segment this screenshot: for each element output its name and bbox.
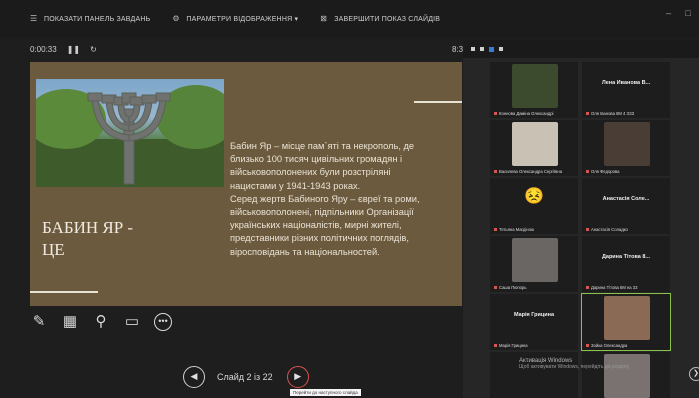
participant-display-name: Дарина Тітова 8... [601,254,651,260]
slideshow-presenter-window: ☰ ПОКАЗАТИ ПАНЕЛЬ ЗАВДАНЬ ⚙ ПАРАМЕТРИ ВІ… [0,0,699,398]
menorah-icon [36,85,224,187]
participant-tile[interactable]: Анастасія Соле... Анастасія Соладко [582,178,670,234]
next-slide-tooltip: Перейти до наступного слайда [290,389,361,396]
participant-tile[interactable]: Дарина Тітова 8... Дарина Тітова 8М на 33 [582,236,670,292]
participant-tile[interactable]: Зойка Олександра [581,293,671,351]
participant-name: Тетьяна Магдіною [494,227,534,232]
taskbar-icon: ☰ [30,14,38,23]
end-slideshow-label: ЗАВЕРШИТИ ПОКАЗ СЛАЙДІВ [334,15,441,23]
presenter-toolbar: ☰ ПОКАЗАТИ ПАНЕЛЬ ЗАВДАНЬ ⚙ ПАРАМЕТРИ ВІ… [0,0,699,38]
show-taskbar-button[interactable]: ☰ ПОКАЗАТИ ПАНЕЛЬ ЗАВДАНЬ [30,15,150,23]
end-slideshow-button[interactable]: ⊠ ЗАВЕРШИТИ ПОКАЗ СЛАЙДІВ [320,15,440,23]
screen-options-icon[interactable]: ▭ [123,313,141,331]
display-settings-icon: ⚙ [172,14,180,23]
panel-view-controls [463,40,699,58]
participant-tile[interactable]: 😣 Тетьяна Магдіною [490,178,578,234]
participant-video [604,296,650,340]
decorative-line-top [414,101,462,103]
participant-name: Василева Олександра Сергіївна [494,169,562,174]
zoom-icon[interactable]: ⚲ [92,313,110,331]
see-all-slides-icon[interactable]: ▦ [61,313,79,331]
end-slideshow-icon: ⊠ [320,14,328,23]
display-settings-label: ПАРАМЕТРИ ВІДОБРАЖЕННЯ ▾ [186,16,299,23]
windows-activation-watermark: Активація Windows Щоб активувати Windows… [519,358,629,370]
display-settings-button[interactable]: ⚙ ПАРАМЕТРИ ВІДОБРАЖЕННЯ ▾ [172,14,299,24]
decorative-line-bottom [30,291,98,293]
participant-name: Зойка Олександра [586,343,627,348]
watermark-subtitle: Щоб активувати Windows, перейдіть до роз… [519,364,630,370]
current-slide: БАБИН ЯР - ЦЕ Бабин Яр – місце пам`яті т… [30,62,462,306]
elapsed-time: 0:00:33 [30,45,57,54]
participant-name: Оля Іванова 8М 4 ЗЗЗ [586,111,634,116]
pause-timer-icon[interactable]: ❚❚ [67,45,80,54]
slideshow-timer: 0:00:33 ❚❚ ↻ [30,45,107,54]
menorah-monument-photo [36,79,224,187]
participant-tile[interactable]: Оля Федорова [582,120,670,176]
window-controls: – □ [652,8,691,18]
participant-video [512,64,558,108]
participants-panel: Коннова Даміна Олександрі Лена Иванова В.… [463,40,699,398]
participant-video [604,122,650,166]
participant-tile[interactable]: Саша Пюпорь [490,236,578,292]
panel-next-page-button[interactable]: ❯ [689,367,699,381]
participant-display-name: Марія Грицина [513,312,555,318]
participant-name: Оля Федорова [586,169,619,174]
next-slide-button[interactable]: ▶ [286,366,309,388]
slide-navigation: ◀ Слайд 2 із 22 ▶ [183,366,309,388]
participant-name: Коннова Даміна Олександрі [494,111,553,116]
view-dot-icon[interactable] [499,47,503,51]
participant-tile[interactable]: Василева Олександра Сергіївна [490,120,578,176]
participant-emoji: 😣 [524,188,544,205]
participant-display-name: Лена Иванова В... [601,80,651,86]
slide-counter: Слайд 2 із 22 [217,372,273,382]
participant-grid: Коннова Даміна Олександрі Лена Иванова В.… [490,62,671,398]
current-time: 8:3 [452,45,464,54]
participant-video [512,238,558,282]
presenter-tools: ✎ ▦ ⚲ ▭ ••• [30,313,185,331]
minimize-button[interactable]: – [666,8,671,18]
participant-name: Саша Пюпорь [494,285,527,290]
more-options-icon[interactable]: ••• [154,313,172,331]
view-dot-icon[interactable] [480,47,484,51]
pen-icon[interactable]: ✎ [30,313,48,331]
gallery-view-icon[interactable] [489,46,494,52]
participant-video [512,122,558,166]
participant-name: Анастасія Соладко [586,227,628,232]
participant-display-name: Анастасія Соле... [602,196,650,202]
participant-tile[interactable]: Лена Иванова В... Оля Іванова 8М 4 ЗЗЗ [582,62,670,118]
show-taskbar-label: ПОКАЗАТИ ПАНЕЛЬ ЗАВДАНЬ [44,15,151,23]
previous-slide-button[interactable]: ◀ [183,366,205,388]
slide-title: БАБИН ЯР - ЦЕ [42,218,134,259]
participant-name: Дарина Тітова 8М на 33 [586,285,637,290]
maximize-button[interactable]: □ [685,8,691,18]
participant-name: Марія Грицина [494,343,528,348]
participant-tile[interactable]: Коннова Даміна Олександрі [490,62,578,118]
view-dot-icon[interactable] [471,47,475,51]
slide-body-text: Бабин Яр – місце пам`яті та некрополь, д… [230,141,420,257]
participant-tile[interactable]: Марія Грицина Марія Грицина [490,294,578,350]
reset-timer-icon[interactable]: ↻ [90,45,97,54]
